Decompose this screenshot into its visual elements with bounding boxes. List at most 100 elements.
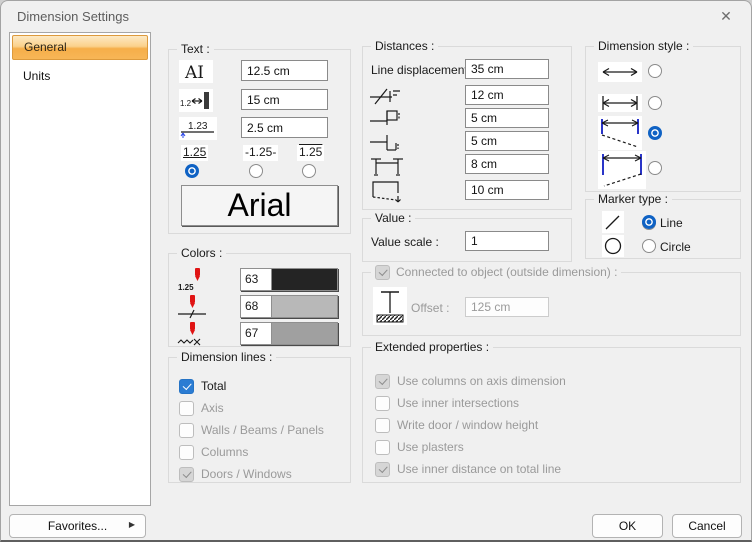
- double-post-distance-input[interactable]: [465, 154, 549, 174]
- checkbox-doors-windows-box: [179, 467, 194, 482]
- line-marker-icon: [602, 211, 624, 233]
- marker-type-title: Marker type :: [594, 192, 672, 207]
- ok-button[interactable]: OK: [592, 514, 663, 538]
- value-group-title: Value :: [371, 211, 415, 226]
- wall-end-bracket-distance-input[interactable]: [465, 131, 549, 151]
- checkbox-inner-intersections[interactable]: Use inner intersections: [375, 394, 519, 412]
- offset-input: [465, 297, 549, 317]
- offset-label: Offset :: [411, 301, 449, 315]
- dimension-line-color-picker[interactable]: 68: [240, 295, 338, 318]
- marker-circle-radio[interactable]: [642, 239, 656, 253]
- auxiliary-line-color-number: 67: [241, 323, 272, 344]
- text-height-input[interactable]: [241, 60, 328, 81]
- cancel-label: Cancel: [688, 519, 725, 533]
- extended-properties-title: Extended properties :: [371, 340, 493, 355]
- checkbox-door-window-height-box: [375, 418, 390, 433]
- svg-text:1.25: 1.25: [178, 283, 194, 292]
- arrow-with-ticks-style-icon: [598, 94, 642, 112]
- text-position-input[interactable]: [241, 117, 328, 138]
- sidebar-item-units[interactable]: Units: [10, 64, 150, 88]
- outline-diagonal-distance-input[interactable]: [465, 180, 549, 200]
- auxiliary-line-color-swatch: [272, 323, 337, 344]
- text-gap-input[interactable]: [241, 89, 328, 110]
- svg-text:1.23: 1.23: [188, 121, 208, 132]
- dimension-style-title: Dimension style :: [594, 39, 693, 54]
- checkbox-inner-distance-total[interactable]: Use inner distance on total line: [375, 460, 561, 478]
- checkbox-use-columns-axis[interactable]: Use columns on axis dimension: [375, 372, 566, 390]
- dimension-style-radio-3[interactable]: [648, 126, 662, 140]
- marker-line-radio-sel[interactable]: [642, 215, 656, 229]
- favorites-button[interactable]: Favorites... ▶: [9, 514, 146, 538]
- checkbox-door-window-height-label: Write door / window height: [397, 418, 538, 432]
- dimension-lines-group: Dimension lines : Total Axis Walls / Bea…: [168, 357, 351, 483]
- text-height-icon: AI: [179, 60, 213, 83]
- checkbox-use-plasters-label: Use plasters: [397, 440, 464, 454]
- colors-group: Colors : 1.25 63 68: [168, 253, 351, 347]
- text-align-inline-radio[interactable]: [249, 164, 263, 178]
- dimension-line-color-swatch: [272, 296, 337, 317]
- auxiliary-line-color-picker[interactable]: 67: [240, 322, 338, 345]
- checkbox-walls-beams-panels-label: Walls / Beams / Panels: [201, 423, 324, 437]
- axis-intersection-distance-input[interactable]: [465, 85, 549, 105]
- outline-diagonal-distance-icon: [369, 178, 405, 204]
- checkbox-walls-beams-panels[interactable]: Walls / Beams / Panels: [179, 421, 324, 439]
- font-preview-button[interactable]: Arial: [181, 185, 338, 226]
- text-align-below-label: 1.25: [297, 145, 324, 161]
- checkbox-inner-distance-total-box: [375, 462, 390, 477]
- dimension-style-radio-1[interactable]: [648, 64, 662, 78]
- svg-text:1.2: 1.2: [180, 99, 192, 108]
- line-displacement-label: Line displacement :: [371, 63, 474, 77]
- checkbox-total-box: [179, 379, 194, 394]
- connected-to-object-legend[interactable]: Connected to object (outside dimension) …: [371, 265, 621, 280]
- marker-circle-label: Circle: [660, 240, 691, 254]
- cancel-button[interactable]: Cancel: [672, 514, 742, 538]
- text-align-inline-label: -1.25-: [243, 145, 278, 161]
- plain-arrow-style-icon: [598, 62, 642, 82]
- text-align-above-radio[interactable]: [185, 164, 199, 178]
- text-color-swatch: [272, 269, 337, 290]
- value-scale-input[interactable]: [465, 231, 549, 251]
- checkbox-axis[interactable]: Axis: [179, 399, 224, 417]
- dimension-style-group: Dimension style :: [585, 46, 741, 192]
- favorites-label: Favorites...: [48, 519, 107, 533]
- dimension-style-radio-4[interactable]: [648, 161, 662, 175]
- checkbox-use-plasters-box: [375, 440, 390, 455]
- checkbox-columns-label: Columns: [201, 445, 248, 459]
- dimension-style-radio-2[interactable]: [648, 96, 662, 110]
- close-icon[interactable]: ✕: [711, 5, 741, 28]
- dimension-settings-dialog: Dimension Settings ✕ General Units Text …: [0, 0, 752, 542]
- checkbox-door-window-height[interactable]: Write door / window height: [375, 416, 538, 434]
- checkbox-walls-beams-panels-box: [179, 423, 194, 438]
- text-group-title: Text :: [177, 42, 214, 57]
- text-align-below-radio[interactable]: [302, 164, 316, 178]
- checkbox-total[interactable]: Total: [179, 377, 226, 395]
- checkbox-doors-windows[interactable]: Doors / Windows: [179, 465, 292, 483]
- distances-group-title: Distances :: [371, 39, 438, 54]
- checkbox-use-plasters[interactable]: Use plasters: [375, 438, 464, 456]
- ok-label: OK: [619, 519, 636, 533]
- checkbox-doors-windows-label: Doors / Windows: [201, 467, 292, 481]
- wall-end-flag-distance-input[interactable]: [465, 108, 549, 128]
- witness-lines-style-icon: [598, 116, 642, 150]
- checkbox-inner-intersections-box: [375, 396, 390, 411]
- checkbox-use-columns-axis-box: [375, 374, 390, 389]
- text-color-icon: 1.25: [177, 268, 209, 292]
- dimension-lines-group-title: Dimension lines :: [177, 350, 276, 365]
- text-position-icon: 1.23: [179, 117, 217, 140]
- double-witness-lines-style-icon: [598, 151, 646, 189]
- connected-to-object-label: Connected to object (outside dimension) …: [396, 265, 617, 280]
- connected-to-object-checkbox: [375, 265, 390, 280]
- checkbox-columns-box: [179, 445, 194, 460]
- line-displacement-input[interactable]: [465, 59, 549, 79]
- sidebar-item-general[interactable]: General: [12, 35, 148, 60]
- text-color-picker[interactable]: 63: [240, 268, 338, 291]
- dimension-line-color-number: 68: [241, 296, 272, 317]
- axis-intersection-distance-icon: [369, 85, 405, 107]
- wall-end-bracket-distance-icon: [369, 131, 405, 153]
- marker-line-label: Line: [660, 216, 683, 230]
- offset-object-icon: [373, 287, 407, 325]
- connected-to-object-group: Connected to object (outside dimension) …: [362, 272, 741, 336]
- text-group: Text : AI 1.2 1.23 1.25 -1.25- 1.25: [168, 49, 351, 234]
- checkbox-columns[interactable]: Columns: [179, 443, 248, 461]
- circle-marker-icon: [602, 235, 624, 257]
